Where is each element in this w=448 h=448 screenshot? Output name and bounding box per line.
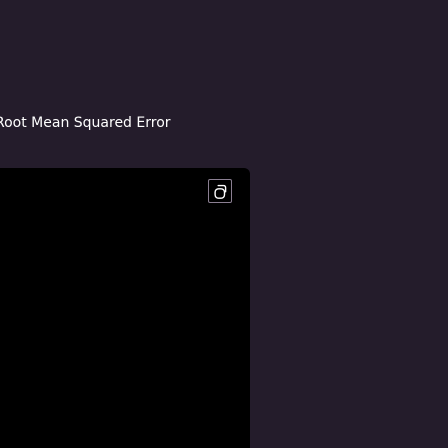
- code-panel: [0, 168, 250, 448]
- copy-icon: [214, 184, 227, 199]
- copy-button[interactable]: [208, 179, 232, 203]
- page: Root Mean Squared Error: [0, 0, 448, 448]
- section-title: Root Mean Squared Error: [0, 115, 171, 131]
